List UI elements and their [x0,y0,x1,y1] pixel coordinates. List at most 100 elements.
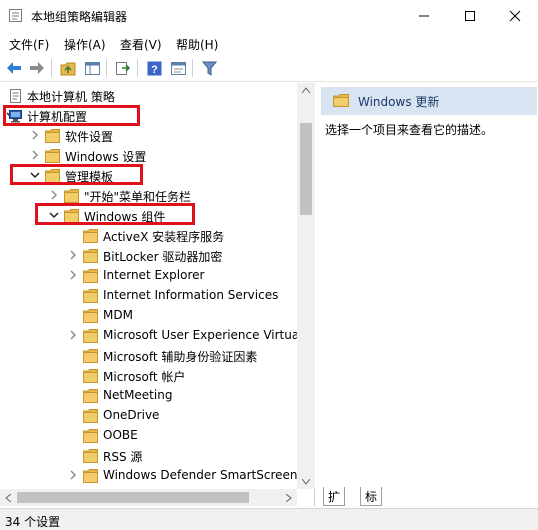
tree-node[interactable]: BitLocker 驱动器加密 [0,246,300,266]
up-folder-button[interactable] [57,58,79,78]
tree-node[interactable]: 软件设置 [0,126,300,146]
back-button[interactable] [3,58,25,78]
tab-standard[interactable]: 标准 [360,487,383,521]
tree-node[interactable]: Microsoft 辅助身份验证因素 [0,346,300,366]
show-hide-tree-button[interactable] [81,58,103,78]
properties-button[interactable] [167,58,189,78]
tree-node-label: MDM [103,308,133,322]
export-list-button[interactable] [112,58,134,78]
scroll-down-icon[interactable] [302,479,310,485]
minimize-button[interactable] [401,0,447,32]
tree-node[interactable]: Microsoft 帐户 [0,366,300,386]
maximize-button[interactable] [447,0,493,32]
tree-node[interactable]: NetMeeting [0,386,300,406]
folder-icon [83,289,98,303]
folder-icon [333,94,349,107]
properties-icon [170,61,186,75]
folder-icon [83,249,98,263]
chevron-right-icon[interactable] [67,469,79,481]
status-text: 34 个设置 [5,515,61,529]
tree-node[interactable]: Windows 设置 [0,146,300,166]
tree-node-label: 软件设置 [65,130,114,144]
vertical-scroll-thumb[interactable] [300,123,312,215]
tree-node-label: ActiveX 安装程序服务 [103,230,225,244]
forward-button[interactable] [26,58,48,78]
tree-node-label: Internet Information Services [103,288,279,302]
tree-node-label: Microsoft 辅助身份验证因素 [103,350,258,364]
folder-icon [83,229,98,243]
chevron-right-icon[interactable] [67,249,79,261]
back-icon [7,62,21,74]
filter-button[interactable] [198,58,220,78]
title-bar: 本地组策略编辑器 [0,0,538,32]
scroll-right-icon[interactable] [286,494,292,502]
folder-icon [45,129,60,143]
highlight-box-admin-templates [10,164,143,185]
svg-text:?: ? [151,64,158,76]
chevron-right-icon[interactable] [67,329,79,341]
chevron-right-icon[interactable] [29,129,41,141]
menu-help[interactable]: 帮助(H) [176,36,218,53]
tree-node-label: Windows Defender SmartScreen [103,468,298,482]
highlight-box-windows-components [35,203,195,225]
folder-icon [83,409,98,423]
show-hide-tree-icon [84,61,100,75]
tree-node[interactable]: Windows Defender SmartScreen [0,466,300,486]
tree-node[interactable]: RSS 源 [0,446,300,466]
tree-node-label: BitLocker 驱动器加密 [103,250,223,264]
folder-icon [83,329,98,343]
highlight-box-computer-config [3,105,140,126]
folder-icon [64,189,79,203]
tree-node-label: Microsoft User Experience Virtual [103,328,303,342]
tree-node-label: NetMeeting [103,388,173,402]
app-policy-icon [9,9,22,22]
folder-icon [83,429,98,443]
tree-node-label: 本地计算机 策略 [27,90,115,104]
tree-node[interactable]: 本地计算机 策略 [0,86,300,106]
tree-vertical-scrollbar[interactable] [297,83,315,489]
toolbar: ? [0,54,538,82]
folder-icon [45,149,60,163]
scroll-left-icon[interactable] [5,494,11,502]
tree-node[interactable]: OOBE [0,426,300,446]
close-button[interactable] [492,0,538,32]
details-header: Windows 更新 [321,87,537,115]
forward-icon [30,62,44,74]
chevron-right-icon[interactable] [29,149,41,161]
tree-node-label: Microsoft 帐户 [103,370,186,384]
chevron-right-icon[interactable] [67,269,79,281]
tree-node[interactable]: MDM [0,306,300,326]
folder-icon [83,269,98,283]
tab-extended[interactable]: 扩展 [323,487,346,521]
horizontal-scroll-thumb[interactable] [17,492,249,503]
tree-node-label: Windows 设置 [65,150,147,164]
folder-icon [83,449,98,463]
tree-node[interactable]: Internet Information Services [0,286,300,306]
help-button[interactable]: ? [143,58,165,78]
tree-node[interactable]: Internet Explorer [0,266,300,286]
minimize-icon [419,15,429,17]
scroll-up-icon[interactable] [302,87,310,93]
details-pane: Windows 更新 选择一个项目来查看它的描述。 扩展 标准 [318,83,538,521]
toolbar-separator [106,59,107,77]
toolbar-separator [51,59,52,77]
tree-node-label: OOBE [103,428,138,442]
menu-view[interactable]: 查看(V) [120,36,162,53]
tree-node[interactable]: OneDrive [0,406,300,426]
maximize-icon [465,11,475,21]
details-description: 选择一个项目来查看它的描述。 [325,123,494,137]
menu-action[interactable]: 操作(A) [64,36,106,53]
menu-file[interactable]: 文件(F) [9,36,49,53]
details-header-title: Windows 更新 [358,95,440,109]
folder-icon [83,389,98,403]
toolbar-separator [137,59,138,77]
folder-icon [83,309,98,323]
policy-icon [10,89,21,103]
tree-pane: 本地计算机 策略 计算机配置 软件设置 Windows 设置 管理模板 "开始"菜单和任务… [0,83,315,506]
folder-icon [83,349,98,363]
toolbar-separator [192,59,193,77]
chevron-right-icon[interactable] [48,189,60,201]
tree-node[interactable]: Microsoft User Experience Virtual [0,326,303,346]
tree-node[interactable]: ActiveX 安装程序服务 [0,226,300,246]
tree-horizontal-scrollbar[interactable] [0,489,297,506]
